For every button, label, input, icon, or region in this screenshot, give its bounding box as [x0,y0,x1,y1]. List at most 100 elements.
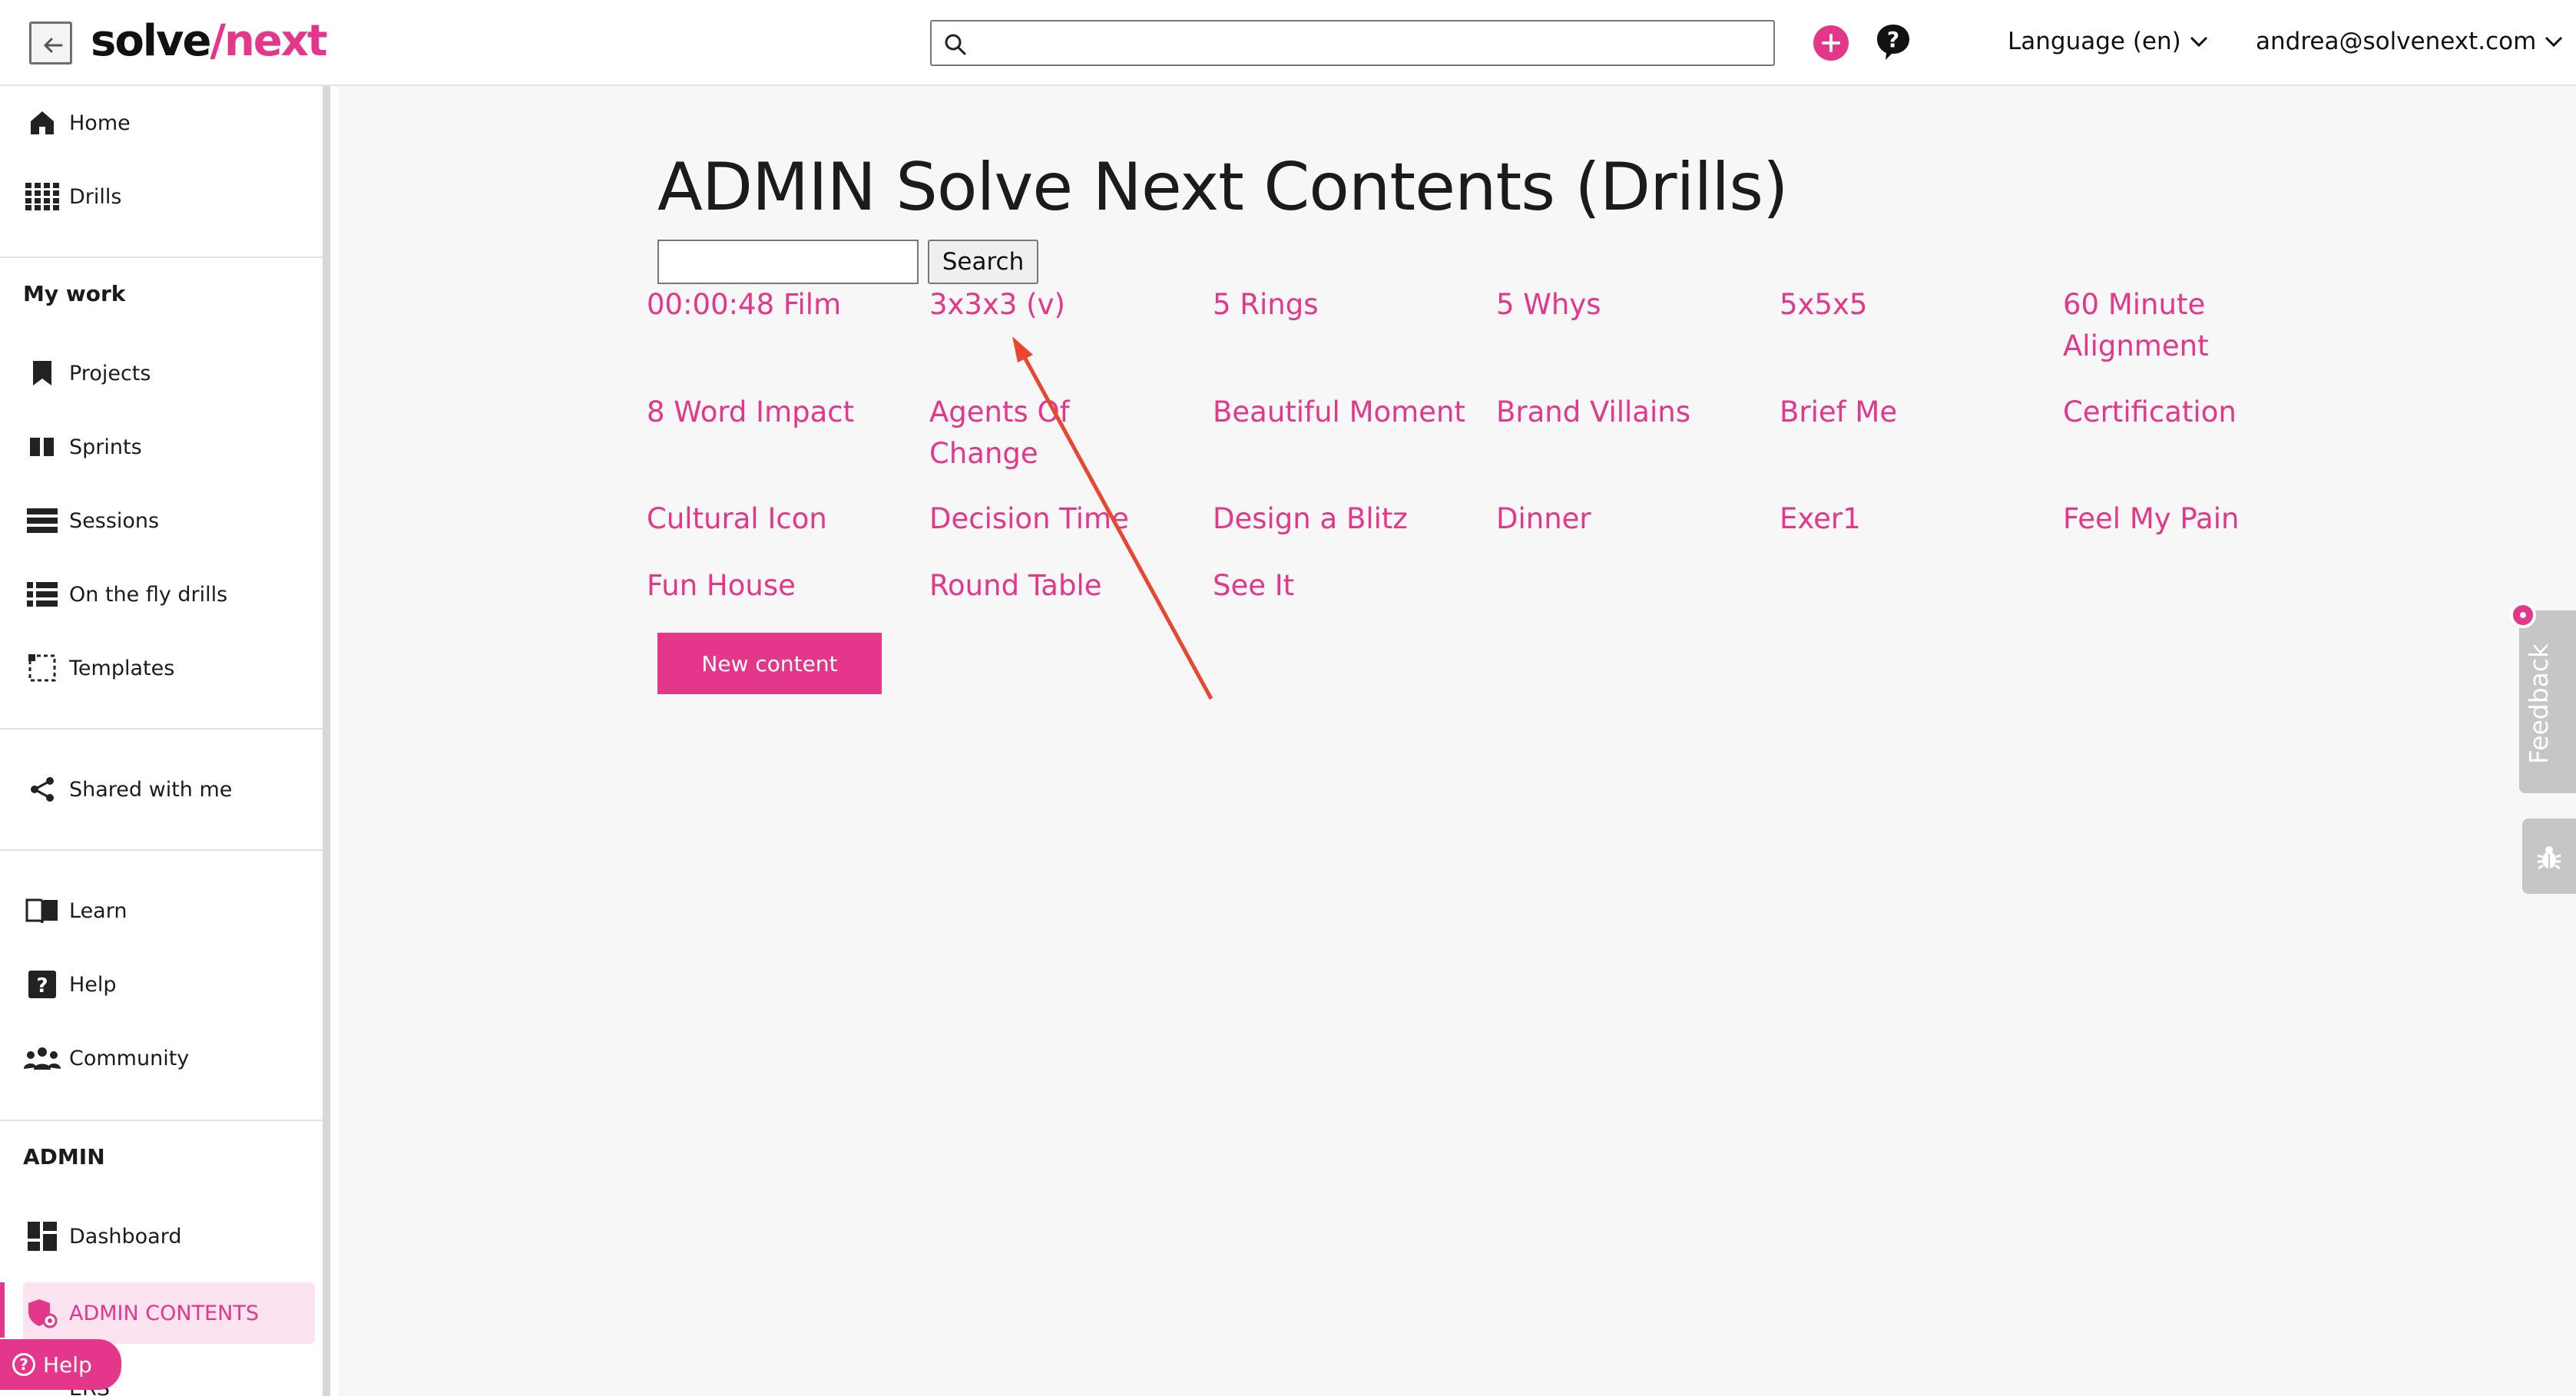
drill-link[interactable]: 8 Word Impact [647,392,908,433]
chevron-down-icon [2190,36,2207,48]
grid-icon [23,180,61,213]
main-content: ADMIN Solve Next Contents (Drills) Searc… [338,86,2576,1396]
sidebar-item-label: Sprints [69,435,142,459]
svg-text:?: ? [1887,27,1899,52]
plus-icon [1822,34,1840,52]
collapse-sidebar-button[interactable] [29,22,72,65]
bug-report-tab[interactable] [2522,819,2576,894]
sidebar-item-home[interactable]: Home [23,95,315,151]
content-search-input[interactable] [657,240,919,284]
drill-link[interactable]: Brand Villains [1496,392,1757,433]
drill-link[interactable]: 5 Whys [1496,284,1757,326]
sidebar-item-label: Drills [69,184,122,209]
drill-link[interactable]: Agents Of Change [929,392,1083,475]
global-search[interactable] [930,20,1775,66]
sidebar-divider [0,256,323,258]
sidebar-item-label: Templates [69,656,175,680]
logo-slash: / [210,16,226,66]
drill-link[interactable]: 3x3x3 (v) [929,284,1190,326]
sidebar-item-label: Shared with me [69,777,233,802]
drill-link[interactable]: 60 Minute Alignment [2063,284,2293,367]
sidebar-item-label: On the fly drills [69,582,228,607]
list-rows-icon [23,504,61,538]
logo-part-next: next [223,16,328,66]
solvenext-logo[interactable]: solve/next [91,16,328,66]
bulleted-list-icon [23,577,61,611]
columns-icon [23,430,61,464]
drill-link[interactable]: Fun House [647,565,908,607]
sidebar: Home Drills My work Projects Sprints Ses… [0,86,330,1396]
question-bubble-icon: ? [1877,25,1909,60]
user-menu[interactable]: andrea@solvenext.com [2256,25,2564,58]
help-question-button[interactable]: ? [1876,23,1911,61]
drill-link[interactable]: Design a Blitz [1213,498,1474,540]
dashed-square-icon [23,651,61,685]
sidebar-item-label: Projects [69,361,151,385]
drill-link[interactable]: Dinner [1496,498,1757,540]
app-root: solve/next ? Language (en) andrea@solven… [0,0,2576,1396]
bookmark-icon [23,356,61,390]
feedback-label: Feedback [2524,643,2554,764]
drill-link[interactable]: See It [1213,565,1474,607]
drill-link[interactable]: 5 Rings [1213,284,1474,326]
drill-link[interactable]: Round Table [929,565,1190,607]
content-search-button[interactable]: Search [928,240,1038,284]
sidebar-item-label: Dashboard [69,1224,182,1249]
sidebar-item-admin-contents[interactable]: ADMIN CONTENTS [23,1282,315,1344]
chevron-down-icon [2545,36,2563,48]
sidebar-item-label: Help [69,972,117,997]
sidebar-item-help[interactable]: ? Help [23,957,315,1012]
sidebar-item-learn[interactable]: Learn [23,883,315,938]
sidebar-item-label: Sessions [69,508,160,533]
create-new-button[interactable] [1813,25,1849,61]
drill-link[interactable]: Beautiful Moment [1213,392,1474,433]
feedback-tab[interactable]: Feedback [2519,610,2576,793]
sidebar-item-sprints[interactable]: Sprints [23,419,315,475]
home-icon [23,106,61,140]
sidebar-item-sessions[interactable]: Sessions [23,493,315,548]
floating-help-button[interactable]: ? Help [0,1339,121,1390]
sidebar-item-label: ADMIN CONTENTS [69,1301,259,1325]
top-bar: solve/next ? Language (en) andrea@solven… [0,0,2576,86]
sidebar-divider [0,1120,323,1121]
language-label: Language (en) [2008,28,2181,55]
sidebar-divider [0,849,323,851]
people-group-icon [23,1041,61,1075]
bug-icon [2537,846,2561,870]
sidebar-item-dashboard[interactable]: Dashboard [23,1209,315,1264]
book-icon [23,894,61,928]
drill-link[interactable]: Decision Time [929,498,1190,540]
drill-link[interactable]: 00:00:48 Film [647,284,908,326]
new-content-button[interactable]: New content [657,633,882,694]
sidebar-item-community[interactable]: Community [23,1030,315,1086]
sidebar-item-templates[interactable]: Templates [23,640,315,696]
sidebar-item-projects[interactable]: Projects [23,346,315,401]
sidebar-item-shared-with-me[interactable]: Shared with me [23,762,315,817]
svg-text:?: ? [36,974,48,997]
floating-help-label: Help [43,1351,92,1378]
sidebar-item-drills[interactable]: Drills [23,169,315,224]
drill-link[interactable]: Certification [2063,392,2324,433]
sidebar-divider [0,728,323,729]
sidebar-item-label: Community [69,1046,190,1070]
page-title: ADMIN Solve Next Contents (Drills) [657,149,1789,226]
share-icon [23,772,61,806]
notification-dot [2510,602,2536,628]
sidebar-item-on-the-fly-drills[interactable]: On the fly drills [23,567,315,622]
drill-link[interactable]: Cultural Icon [647,498,908,540]
drill-link[interactable]: Feel My Pain [2063,498,2324,540]
sidebar-item-label: Learn [69,898,127,923]
language-selector[interactable]: Language (en) [2008,25,2209,58]
section-title-my-work: My work [23,281,126,306]
question-circle-icon: ? [12,1353,35,1376]
active-indicator [0,1282,5,1338]
global-search-input[interactable] [978,28,1761,58]
help-square-icon: ? [23,968,61,1001]
drill-link[interactable]: 5x5x5 [1780,284,2041,326]
drill-link[interactable]: Brief Me [1780,392,2041,433]
arrow-left-icon [43,38,63,53]
shield-gear-icon [23,1296,61,1330]
dashboard-icon [23,1219,61,1253]
drill-link[interactable]: Exer1 [1780,498,2041,540]
search-icon [945,34,966,55]
